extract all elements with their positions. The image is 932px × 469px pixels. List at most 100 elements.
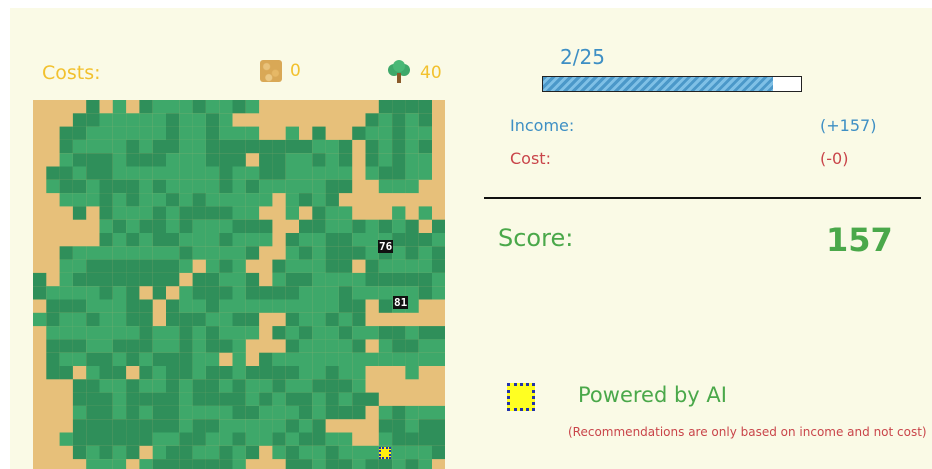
forest-tile[interactable] [285, 352, 299, 366]
forest-tile[interactable] [352, 366, 366, 380]
forest-tile[interactable] [285, 445, 299, 460]
forest-tile[interactable] [166, 405, 180, 420]
forest-tile[interactable] [59, 166, 73, 180]
forest-tile[interactable] [338, 259, 353, 273]
forest-tile[interactable] [192, 339, 206, 353]
forest-tile[interactable] [365, 286, 379, 300]
forest-tile[interactable] [179, 113, 193, 127]
forest-tile[interactable] [126, 153, 140, 167]
forest-tile[interactable] [325, 432, 339, 446]
forest-tile[interactable] [299, 419, 313, 433]
forest-tile[interactable] [432, 286, 445, 300]
forest-tile[interactable] [285, 139, 299, 154]
forest-tile[interactable] [152, 339, 166, 353]
forest-tile[interactable] [285, 126, 299, 140]
forest-tile[interactable] [205, 379, 220, 393]
forest-tile[interactable] [365, 126, 379, 140]
map-badge-81[interactable]: 81 [393, 296, 409, 309]
forest-tile[interactable] [139, 139, 153, 154]
forest-tile[interactable] [418, 126, 432, 140]
forest-tile[interactable] [245, 246, 260, 260]
forest-tile[interactable] [259, 139, 273, 154]
forest-tile[interactable] [152, 233, 166, 247]
forest-tile[interactable] [219, 432, 233, 446]
forest-tile[interactable] [126, 339, 140, 353]
forest-tile[interactable] [59, 312, 73, 327]
forest-tile[interactable] [152, 166, 166, 180]
forest-tile[interactable] [378, 432, 393, 446]
forest-tile[interactable] [352, 392, 366, 406]
forest-tile[interactable] [432, 432, 445, 446]
forest-tile[interactable] [272, 153, 286, 167]
forest-tile[interactable] [259, 392, 273, 406]
forest-tile[interactable] [418, 233, 432, 247]
forest-tile[interactable] [179, 153, 193, 167]
forest-tile[interactable] [378, 153, 393, 167]
forest-tile[interactable] [112, 392, 127, 406]
forest-tile[interactable] [126, 246, 140, 260]
forest-tile[interactable] [299, 193, 313, 207]
forest-tile[interactable] [312, 366, 326, 380]
forest-tile[interactable] [179, 259, 193, 273]
forest-tile[interactable] [86, 153, 100, 167]
forest-tile[interactable] [166, 392, 180, 406]
forest-tile[interactable] [365, 352, 379, 366]
forest-tile[interactable] [139, 166, 153, 180]
forest-tile[interactable] [99, 326, 113, 340]
forest-tile[interactable] [418, 286, 432, 300]
forest-tile[interactable] [245, 379, 260, 393]
forest-tile[interactable] [139, 326, 153, 340]
forest-tile[interactable] [418, 459, 432, 469]
forest-tile[interactable] [126, 352, 140, 366]
forest-tile[interactable] [338, 179, 353, 194]
forest-tile[interactable] [166, 113, 180, 127]
forest-tile[interactable] [219, 272, 233, 287]
forest-tile[interactable] [192, 166, 206, 180]
forest-tile[interactable] [126, 179, 140, 194]
forest-tile[interactable] [219, 139, 233, 154]
forest-tile[interactable] [152, 219, 166, 233]
forest-tile[interactable] [299, 405, 313, 420]
forest-tile[interactable] [432, 352, 445, 366]
forest-tile[interactable] [86, 166, 100, 180]
forest-tile[interactable] [392, 246, 406, 260]
forest-tile[interactable] [112, 445, 127, 460]
forest-tile[interactable] [352, 339, 366, 353]
forest-tile[interactable] [192, 299, 206, 313]
forest-tile[interactable] [352, 326, 366, 340]
forest-tile[interactable] [86, 246, 100, 260]
forest-tile[interactable] [192, 432, 206, 446]
forest-tile[interactable] [272, 419, 286, 433]
forest-tile[interactable] [59, 352, 73, 366]
forest-tile[interactable] [365, 153, 379, 167]
forest-tile[interactable] [338, 366, 353, 380]
forest-tile[interactable] [179, 432, 193, 446]
forest-tile[interactable] [72, 326, 87, 340]
forest-tile[interactable] [418, 419, 432, 433]
forest-tile[interactable] [86, 299, 100, 313]
forest-tile[interactable] [126, 219, 140, 233]
forest-tile[interactable] [432, 272, 445, 287]
forest-tile[interactable] [219, 126, 233, 140]
forest-tile[interactable] [192, 179, 206, 194]
forest-tile[interactable] [405, 419, 419, 433]
forest-tile[interactable] [139, 312, 153, 327]
forest-tile[interactable] [285, 233, 299, 247]
forest-tile[interactable] [378, 459, 393, 469]
forest-tile[interactable] [232, 405, 246, 420]
forest-tile[interactable] [99, 405, 113, 420]
forest-tile[interactable] [72, 339, 87, 353]
forest-tile[interactable] [378, 179, 393, 194]
forest-tile[interactable] [392, 259, 406, 273]
forest-tile[interactable] [86, 405, 100, 420]
forest-tile[interactable] [325, 445, 339, 460]
forest-tile[interactable] [432, 445, 445, 460]
forest-tile[interactable] [205, 339, 220, 353]
forest-tile[interactable] [166, 179, 180, 194]
forest-tile[interactable] [378, 100, 393, 114]
forest-tile[interactable] [418, 352, 432, 366]
forest-tile[interactable] [86, 100, 100, 114]
forest-tile[interactable] [72, 299, 87, 313]
forest-tile[interactable] [338, 339, 353, 353]
forest-tile[interactable] [299, 312, 313, 327]
